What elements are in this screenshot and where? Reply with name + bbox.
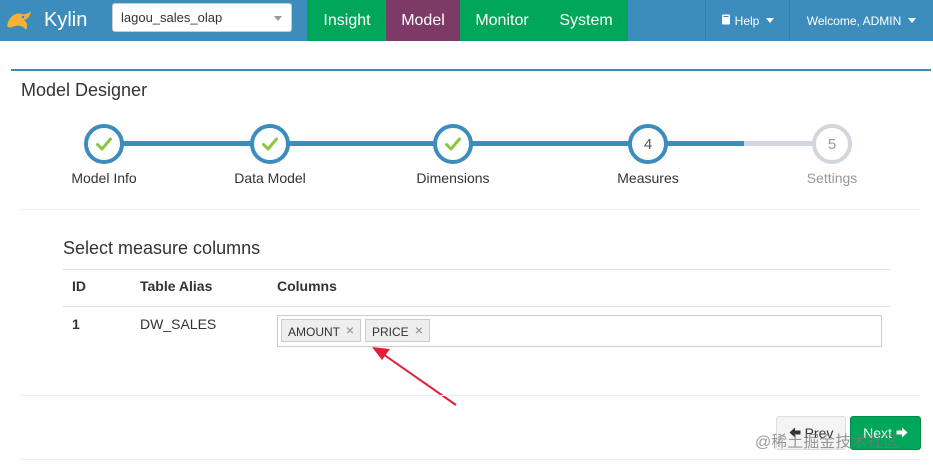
- page-title: Model Designer: [21, 80, 148, 100]
- divider: [20, 459, 920, 460]
- step-data-model[interactable]: [250, 124, 290, 164]
- step-label-settings: Settings: [806, 170, 858, 186]
- tab-system[interactable]: System: [544, 0, 628, 41]
- chevron-down-icon: [908, 18, 917, 23]
- table-top-border: [63, 269, 890, 270]
- row-table-alias: DW_SALES: [140, 316, 217, 332]
- tab-system-label: System: [559, 11, 613, 29]
- step-model-info[interactable]: [84, 124, 124, 164]
- step-settings: 5: [812, 124, 852, 164]
- check-icon: [445, 137, 461, 151]
- table-header-border: [63, 306, 890, 307]
- book-icon: [721, 14, 731, 28]
- tag-label: AMOUNT: [288, 325, 340, 339]
- check-icon: [262, 137, 278, 151]
- step-number: 5: [827, 135, 837, 153]
- user-menu[interactable]: Welcome, ADMIN: [789, 0, 933, 41]
- column-header-id: ID: [72, 278, 86, 294]
- step-dimensions[interactable]: [433, 124, 473, 164]
- column-header-columns: Columns: [277, 278, 337, 294]
- tab-monitor-label: Monitor: [475, 11, 529, 29]
- watermark: @稀土掘金技术社区: [755, 434, 900, 451]
- project-select[interactable]: lagou_sales_olap: [112, 3, 292, 32]
- row-id: 1: [72, 316, 80, 332]
- divider: [20, 209, 920, 210]
- brand-name: Kylin: [44, 9, 88, 31]
- project-select-value: lagou_sales_olap: [121, 10, 223, 25]
- tab-insight[interactable]: Insight: [308, 0, 386, 41]
- tab-monitor[interactable]: Monitor: [460, 0, 544, 41]
- tab-insight-label: Insight: [323, 11, 371, 29]
- divider: [20, 395, 920, 396]
- help-label: Help: [734, 13, 760, 28]
- check-icon: [96, 137, 112, 151]
- column-header-table-alias: Table Alias: [140, 278, 213, 294]
- step-label-model-info: Model Info: [71, 170, 137, 186]
- tab-model[interactable]: Model: [386, 0, 460, 41]
- step-label-measures: Measures: [617, 170, 679, 186]
- help-menu[interactable]: Help: [705, 0, 789, 41]
- model-designer-panel: Model Designer: [11, 69, 931, 466]
- chevron-down-icon: [766, 18, 775, 23]
- brand[interactable]: Kylin: [0, 0, 96, 41]
- step-label-data-model: Data Model: [234, 170, 306, 186]
- close-icon[interactable]: ×: [346, 322, 354, 338]
- section-title: Select measure columns: [63, 238, 261, 258]
- kylin-logo-icon: [0, 0, 38, 41]
- chevron-down-icon: [274, 16, 282, 21]
- project-selector-wrap: lagou_sales_olap: [96, 0, 308, 41]
- user-nav: Help Welcome, ADMIN: [705, 0, 933, 41]
- main-nav: Insight Model Monitor System: [308, 0, 628, 41]
- welcome-label: Welcome, ADMIN: [806, 13, 902, 28]
- step-measures[interactable]: 4: [628, 124, 668, 164]
- step-label-dimensions: Dimensions: [416, 170, 490, 186]
- top-navbar: Kylin lagou_sales_olap Insight Model Mon…: [0, 0, 933, 41]
- selected-column-tag[interactable]: AMOUNT ×: [281, 319, 361, 342]
- step-number: 4: [643, 135, 653, 153]
- annotation-arrow: [372, 347, 457, 406]
- tab-model-label: Model: [401, 11, 445, 29]
